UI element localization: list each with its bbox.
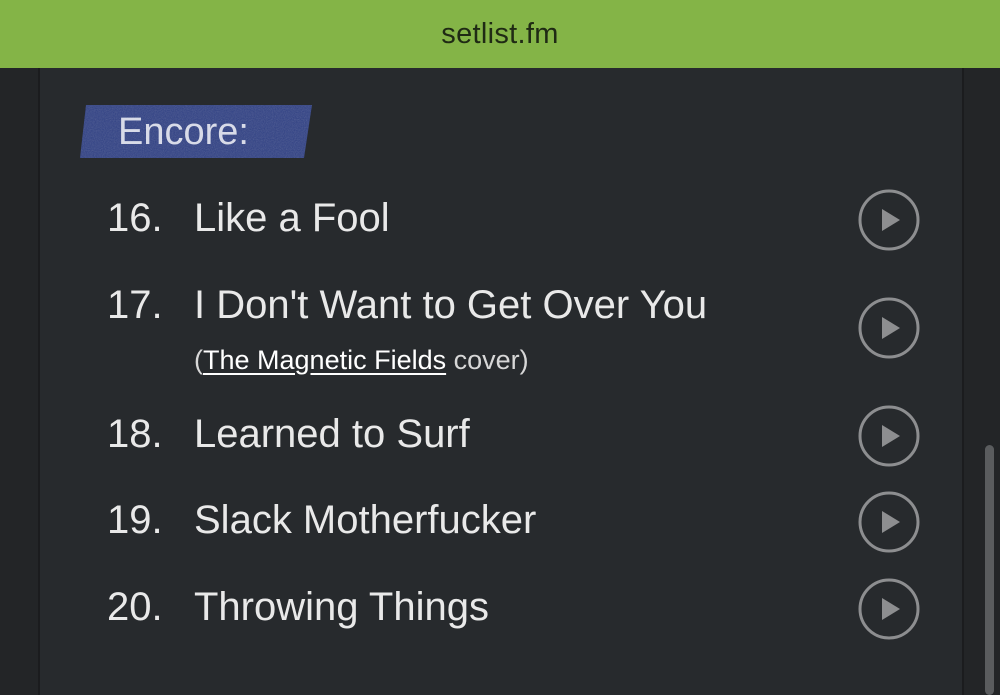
cover-note-open: ( [194,345,203,375]
play-circle-icon [858,297,920,359]
cover-note: (The Magnetic Fields cover) [194,345,529,375]
encore-section-tag: Encore: [80,105,312,158]
song-number: 16. [107,196,163,240]
play-circle-icon [858,491,920,553]
play-button[interactable] [858,578,920,640]
song-title[interactable]: Throwing Things [194,585,489,629]
song-title[interactable]: Like a Fool [194,196,390,240]
encore-label: Encore: [118,111,249,153]
play-button[interactable] [858,405,920,467]
cover-note-close: cover) [446,345,529,375]
play-circle-icon [858,189,920,251]
play-circle-icon [858,405,920,467]
play-button[interactable] [858,297,920,359]
song-title[interactable]: Slack Motherfucker [194,498,536,542]
vertical-scrollbar[interactable] [985,445,994,695]
cover-artist-link[interactable]: The Magnetic Fields [203,345,446,375]
song-number: 20. [107,585,163,629]
play-circle-icon [858,578,920,640]
play-button[interactable] [858,189,920,251]
song-title[interactable]: Learned to Surf [194,412,470,456]
site-header: setlist.fm [0,0,1000,68]
song-number: 19. [107,498,163,542]
play-button[interactable] [858,491,920,553]
song-title[interactable]: I Don't Want to Get Over You [194,283,707,327]
song-number: 18. [107,412,163,456]
site-title[interactable]: setlist.fm [441,18,558,51]
song-number: 17. [107,283,163,327]
